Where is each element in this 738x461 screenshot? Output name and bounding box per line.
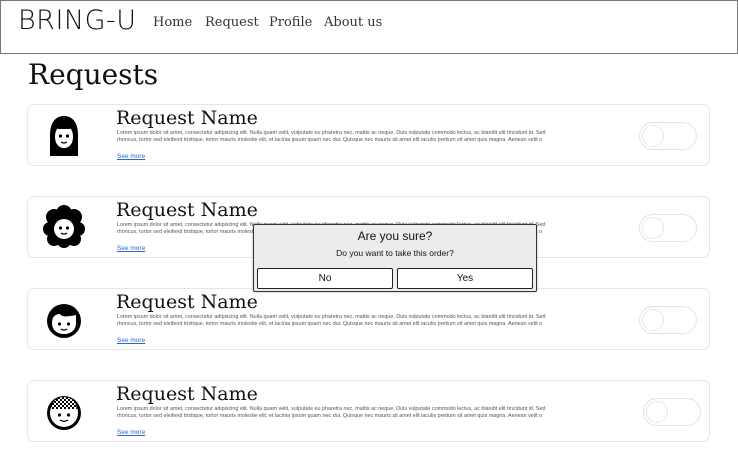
- brand-logo[interactable]: BRING-U: [18, 5, 137, 36]
- request-name: Request Name: [116, 107, 258, 129]
- checkered-hat-avatar-icon: [47, 396, 81, 430]
- request-description: Lorem ipsum dolor sit amet, consectetur …: [117, 130, 546, 144]
- nav-link-request[interactable]: Request: [205, 15, 259, 30]
- request-name: Request Name: [116, 291, 258, 313]
- toggle-knob: [642, 309, 664, 331]
- confirm-dialog: Are you sure? Do you want to take this o…: [253, 224, 537, 292]
- accept-toggle[interactable]: [643, 398, 701, 426]
- toggle-knob: [646, 401, 668, 423]
- yes-button[interactable]: Yes: [397, 268, 533, 289]
- toggle-knob: [642, 217, 664, 239]
- see-more-link[interactable]: See more: [117, 245, 145, 252]
- boy-avatar-icon: [47, 304, 81, 338]
- request-name: Request Name: [116, 199, 258, 221]
- navbar: BRING-U Home Request Profile About us: [0, 0, 738, 54]
- accept-toggle[interactable]: [639, 122, 697, 150]
- see-more-link[interactable]: See more: [117, 429, 145, 436]
- nav-link-profile[interactable]: Profile: [269, 15, 312, 30]
- request-description: Lorem ipsum dolor sit amet, consectetur …: [117, 314, 546, 328]
- request-description: Lorem ipsum dolor sit amet, consectetur …: [117, 406, 546, 420]
- see-more-link[interactable]: See more: [117, 153, 145, 160]
- nav-link-home[interactable]: Home: [153, 15, 192, 30]
- accept-toggle[interactable]: [639, 214, 697, 242]
- request-card: Request Name Lorem ipsum dolor sit amet,…: [27, 288, 710, 350]
- dialog-message: Do you want to take this order?: [336, 248, 454, 258]
- female-avatar-icon: [50, 116, 78, 156]
- request-name: Request Name: [116, 383, 258, 405]
- request-card: Request Name Lorem ipsum dolor sit amet,…: [27, 104, 710, 166]
- curly-hair-avatar-icon: [43, 205, 85, 248]
- accept-toggle[interactable]: [639, 306, 697, 334]
- page-title: Requests: [28, 58, 159, 91]
- no-button[interactable]: No: [257, 268, 393, 289]
- request-card: Request Name Lorem ipsum dolor sit amet,…: [27, 380, 710, 442]
- see-more-link[interactable]: See more: [117, 337, 145, 344]
- nav-link-about-us[interactable]: About us: [324, 15, 382, 30]
- toggle-knob: [642, 125, 664, 147]
- dialog-title: Are you sure?: [357, 229, 433, 243]
